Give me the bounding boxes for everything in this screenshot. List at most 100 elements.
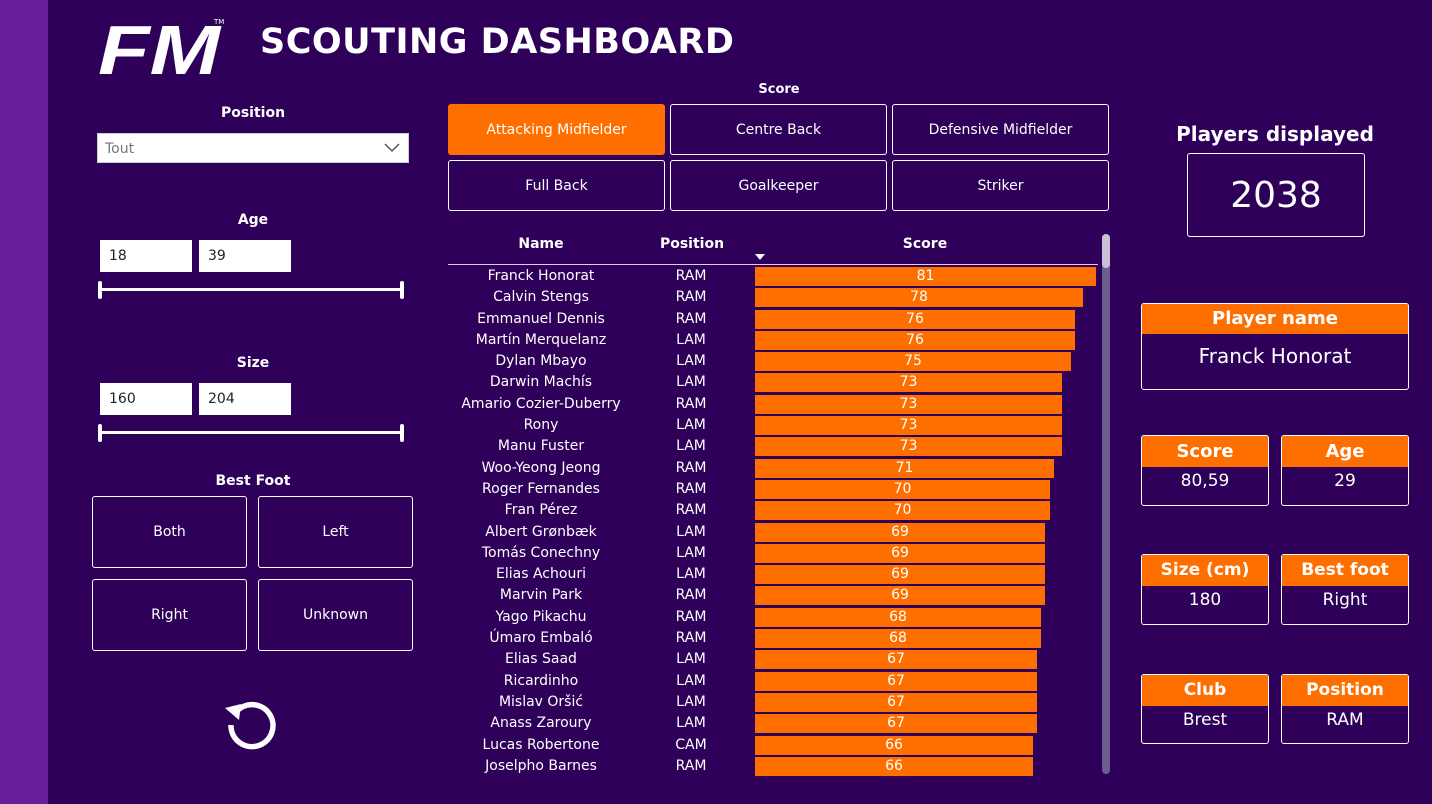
best-foot-label: Best Foot — [215, 473, 291, 489]
player-name-cell: Albert Grønbæk — [485, 523, 597, 540]
age-slider-track[interactable] — [100, 288, 404, 291]
table-row[interactable]: Joselpho Barnes RAM 66 — [448, 756, 1100, 777]
table-row[interactable]: Franck Honorat RAM 81 — [448, 266, 1100, 287]
size-card-value: 180 — [1188, 590, 1222, 610]
player-name-cell: Manu Fuster — [497, 438, 585, 455]
score-goalkeeper-button[interactable]: Goalkeeper — [670, 160, 887, 211]
player-name-cell: Roger Fernandes — [482, 480, 600, 497]
position-dropdown-value: Tout — [105, 141, 135, 157]
score-value: 69 — [891, 566, 909, 583]
player-position-cell: RAM — [675, 608, 707, 625]
table-row[interactable]: Dylan Mbayo LAM 75 — [448, 351, 1100, 372]
player-name-card: Player name Franck Honorat — [1141, 303, 1409, 390]
foot-unknown-button[interactable]: Unknown — [258, 579, 413, 651]
table-row[interactable]: Anass Zaroury LAM 67 — [448, 713, 1100, 734]
player-position-cell: RAM — [675, 502, 707, 519]
score-value: 73 — [899, 438, 918, 455]
size-slider-track[interactable] — [100, 431, 404, 434]
score-bar: 73 — [755, 373, 1062, 393]
column-header-score[interactable]: Score — [755, 236, 1095, 252]
table-row[interactable]: Rony LAM 73 — [448, 415, 1100, 436]
size-slider-max-handle[interactable] — [400, 424, 404, 442]
player-name-value: Franck Honorat — [1198, 344, 1352, 368]
score-bar: 76 — [755, 309, 1075, 329]
table-row[interactable]: Ricardinho LAM 67 — [448, 671, 1100, 692]
table-row[interactable]: Marvin Park RAM 69 — [448, 585, 1100, 606]
table-row[interactable]: Amario Cozier-Duberry RAM 73 — [448, 394, 1100, 415]
table-row[interactable]: Martín Merquelanz LAM 76 — [448, 330, 1100, 351]
page-title: SCOUTING DASHBOARD — [260, 22, 735, 62]
age-min-input[interactable]: 18 — [100, 240, 192, 272]
score-value: 71 — [895, 459, 914, 476]
score-value: 67 — [887, 651, 905, 668]
age-max-input[interactable]: 39 — [199, 240, 291, 272]
age-card: Age 29 — [1281, 435, 1409, 506]
score-centre-back-button[interactable]: Centre Back — [670, 104, 887, 155]
score-bar: 68 — [755, 629, 1041, 649]
table-row[interactable]: Elias Achouri LAM 69 — [448, 564, 1100, 585]
player-position-cell: LAM — [676, 693, 706, 710]
reset-icon[interactable] — [222, 692, 282, 752]
player-name-cell: Calvin Stengs — [493, 289, 589, 306]
table-row[interactable]: Lucas Robertone CAM 66 — [448, 735, 1100, 756]
position-dropdown[interactable]: Tout — [97, 133, 409, 163]
score-value: 67 — [887, 693, 905, 710]
age-slider-max-handle[interactable] — [400, 281, 404, 299]
score-value: 76 — [906, 310, 924, 327]
table-row[interactable]: Mislav Oršić LAM 67 — [448, 692, 1100, 713]
column-header-position[interactable]: Position — [646, 236, 738, 252]
player-name-cell: Lucas Robertone — [482, 736, 600, 753]
score-bar: 67 — [755, 714, 1037, 734]
player-name-cell: Úmaro Embaló — [489, 630, 593, 647]
table-row[interactable]: Woo-Yeong Jeong RAM 71 — [448, 458, 1100, 479]
table-row[interactable]: Elias Saad LAM 67 — [448, 649, 1100, 670]
score-value: 68 — [889, 608, 907, 625]
player-name-cell: Emmanuel Dennis — [477, 310, 605, 327]
club-card-header: Club — [1142, 675, 1268, 706]
player-position-cell: LAM — [676, 672, 706, 689]
size-card: Size (cm) 180 — [1141, 554, 1269, 625]
size-slider-min-handle[interactable] — [98, 424, 102, 442]
column-header-name[interactable]: Name — [448, 236, 634, 252]
table-row[interactable]: Roger Fernandes RAM 70 — [448, 479, 1100, 500]
score-bar: 68 — [755, 607, 1041, 627]
svg-text:FM: FM — [98, 16, 222, 76]
table-row[interactable]: Tomás Conechny LAM 69 — [448, 543, 1100, 564]
size-max-input[interactable]: 204 — [199, 383, 291, 415]
age-slider-min-handle[interactable] — [98, 281, 102, 299]
score-value: 67 — [887, 715, 905, 732]
score-full-back-button[interactable]: Full Back — [448, 160, 665, 211]
table-row[interactable]: Calvin Stengs RAM 78 — [448, 287, 1100, 308]
player-position-cell: RAM — [675, 395, 707, 412]
table-scrollbar[interactable] — [1102, 234, 1110, 774]
table-scrollbar-thumb[interactable] — [1102, 234, 1110, 268]
score-bar: 69 — [755, 586, 1045, 606]
player-position-cell: RAM — [675, 480, 707, 497]
score-value: 75 — [904, 353, 922, 370]
players-displayed-label: Players displayed — [1176, 122, 1374, 146]
player-name-cell: Elias Saad — [505, 651, 577, 668]
player-name-cell: Joselpho Barnes — [485, 757, 597, 774]
player-position-cell: LAM — [676, 544, 706, 561]
player-position-cell: RAM — [675, 459, 707, 476]
score-attacking-midfielder-button[interactable]: Attacking Midfielder — [448, 104, 665, 155]
player-position-cell: LAM — [676, 331, 706, 348]
score-defensive-midfielder-button[interactable]: Defensive Midfielder — [892, 104, 1109, 155]
player-name-cell: Martín Merquelanz — [475, 331, 607, 348]
size-min-input[interactable]: 160 — [100, 383, 192, 415]
table-header-divider — [448, 264, 1098, 265]
table-row[interactable]: Fran Pérez RAM 70 — [448, 500, 1100, 521]
table-row[interactable]: Manu Fuster LAM 73 — [448, 436, 1100, 457]
table-row[interactable]: Albert Grønbæk LAM 69 — [448, 522, 1100, 543]
score-value: 73 — [899, 417, 918, 434]
player-position-cell: LAM — [676, 374, 706, 391]
score-striker-button[interactable]: Striker — [892, 160, 1109, 211]
table-row[interactable]: Yago Pikachu RAM 68 — [448, 607, 1100, 628]
foot-both-button[interactable]: Both — [92, 496, 247, 568]
fm-logo: FM TM — [98, 16, 224, 76]
table-row[interactable]: Emmanuel Dennis RAM 76 — [448, 309, 1100, 330]
table-row[interactable]: Úmaro Embaló RAM 68 — [448, 628, 1100, 649]
foot-left-button[interactable]: Left — [258, 496, 413, 568]
table-row[interactable]: Darwin Machís LAM 73 — [448, 372, 1100, 393]
foot-right-button[interactable]: Right — [92, 579, 247, 651]
